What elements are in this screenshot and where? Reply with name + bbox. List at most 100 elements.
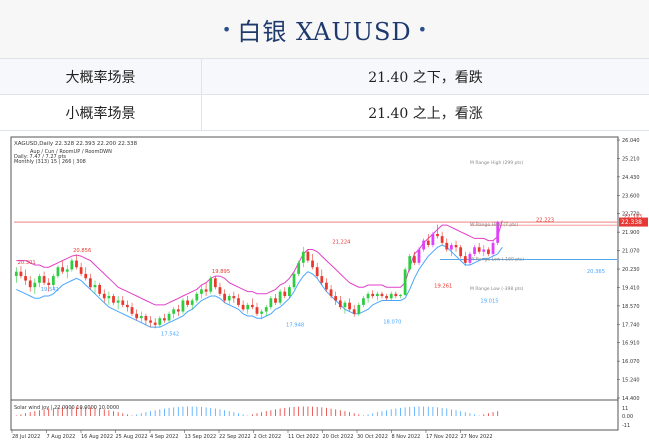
x-tick-label: 22 Sep 2022 [219, 434, 251, 440]
y-tick-label: 20.230 [622, 267, 640, 273]
candle-body [167, 313, 171, 321]
candle-body [412, 256, 416, 263]
candle-body [306, 251, 310, 261]
x-tick-label: 20 Oct 2022 [323, 434, 354, 440]
candle-body [121, 300, 125, 305]
candle-body [149, 320, 152, 323]
candle-body [28, 280, 32, 288]
candle-body [394, 293, 398, 297]
candle-body [163, 318, 166, 321]
price-label: 17.542 [161, 331, 179, 337]
y-tick-label: 24.430 [622, 175, 640, 181]
candle-body [487, 249, 490, 254]
candle-body [482, 249, 486, 252]
y-tick-label: 16.910 [622, 341, 640, 347]
candle-body [153, 322, 157, 325]
y-tick-label: 15.240 [622, 378, 640, 384]
candle-body [246, 304, 250, 310]
candle-body [237, 298, 240, 305]
candle-body [223, 293, 226, 301]
candle-body [366, 293, 370, 299]
y-tick-label: 18.570 [622, 304, 640, 310]
candle-body [399, 294, 402, 297]
candle-body [176, 309, 180, 312]
candle-body [255, 307, 259, 314]
candle-body [445, 242, 449, 250]
candle-body [102, 293, 106, 299]
y-tick-label: 14.400 [622, 396, 640, 402]
price-label: 18.070 [383, 320, 401, 326]
candle-body [283, 291, 287, 297]
scenario-label: 大概率场景 [0, 59, 202, 94]
osc-tick-label: 0.00 [622, 414, 633, 420]
candle-body [408, 256, 412, 270]
y-tick-label: 26.040 [622, 138, 640, 144]
x-tick-label: 7 Aug 2022 [47, 434, 76, 440]
indicator-line-3: Monthly (313) 15 | 266 | 308 [14, 159, 86, 165]
y-tick-label: 21.070 [622, 249, 640, 255]
price-tag-text: 22.338 [621, 219, 642, 226]
w-range-high-label: W Range High (7 pts) [470, 222, 518, 228]
candle-body [422, 240, 426, 250]
candle-body [38, 276, 41, 283]
candle-body [84, 273, 88, 279]
candle-body [269, 298, 273, 308]
candle-body [315, 267, 319, 277]
scenario-row: 小概率场景 21.40 之上，看涨 [0, 95, 649, 131]
candle-body [42, 276, 46, 283]
candle-body [338, 300, 342, 308]
price-chart: 20.301 20.856 19.542 17.542 19.895 17.948 21.2… [10, 136, 649, 441]
page-title: 白银 XAUUSD [237, 17, 412, 46]
candle-body [79, 267, 83, 274]
candle-body [389, 293, 393, 299]
candle-body [33, 282, 37, 288]
candle-body [473, 247, 476, 254]
candle-body [190, 300, 194, 305]
candle-body [274, 298, 277, 303]
scenario-value: 21.40 之上，看涨 [368, 105, 483, 122]
scenario-row: 大概率场景 21.40 之下，看跌 [0, 59, 649, 95]
page-title-bar: • 白银 XAUUSD • [0, 0, 649, 58]
candle-body [371, 293, 375, 297]
candle-body [334, 296, 338, 301]
osc-tick-label: 11 [622, 406, 628, 412]
candle-body [343, 302, 347, 308]
x-tick-label: 28 Jul 2022 [12, 434, 40, 440]
y-tick-label: 17.740 [622, 322, 640, 328]
price-label: 19.015 [480, 299, 498, 305]
candle-body [375, 293, 379, 297]
candle-body [47, 282, 51, 285]
candle-body [75, 260, 78, 268]
candle-body [426, 240, 430, 246]
candle-body [200, 289, 203, 294]
candle-body [24, 276, 27, 281]
candle-body [311, 260, 314, 268]
y-tick-label: 23.600 [622, 193, 640, 199]
candle-body [288, 287, 291, 297]
candle-body [491, 242, 495, 254]
candle-body [320, 276, 324, 283]
symbol-line: XAGUSD,Daily 22.328 22.393 22.200 22.338 [14, 141, 138, 147]
candle-body [477, 247, 481, 252]
candle-body [278, 291, 282, 303]
y-tick-label: 22.770 [622, 212, 640, 218]
candle-body [61, 267, 64, 272]
price-label: 20.301 [18, 260, 36, 266]
candle-body [297, 262, 301, 274]
candle-body [195, 293, 199, 301]
candle-body [144, 315, 148, 321]
main-pane-frame [10, 136, 619, 401]
candle-body [362, 298, 365, 305]
candle-body [260, 311, 264, 314]
candle-body [385, 296, 388, 299]
w-range-low-label: W Range Low (-169 pts) [470, 256, 524, 262]
x-tick-label: 4 Sep 2022 [150, 434, 179, 440]
x-tick-label: 25 Aug 2022 [116, 434, 148, 440]
candle-body [329, 289, 333, 297]
price-label: 19.261 [434, 283, 452, 289]
m-range-low-label: M Range Low (-398 pts) [470, 286, 524, 292]
y-tick-label: 19.410 [622, 285, 640, 291]
candle-body [463, 256, 467, 263]
price-label: 20.365 [587, 269, 605, 275]
price-label: 21.224 [332, 240, 351, 246]
